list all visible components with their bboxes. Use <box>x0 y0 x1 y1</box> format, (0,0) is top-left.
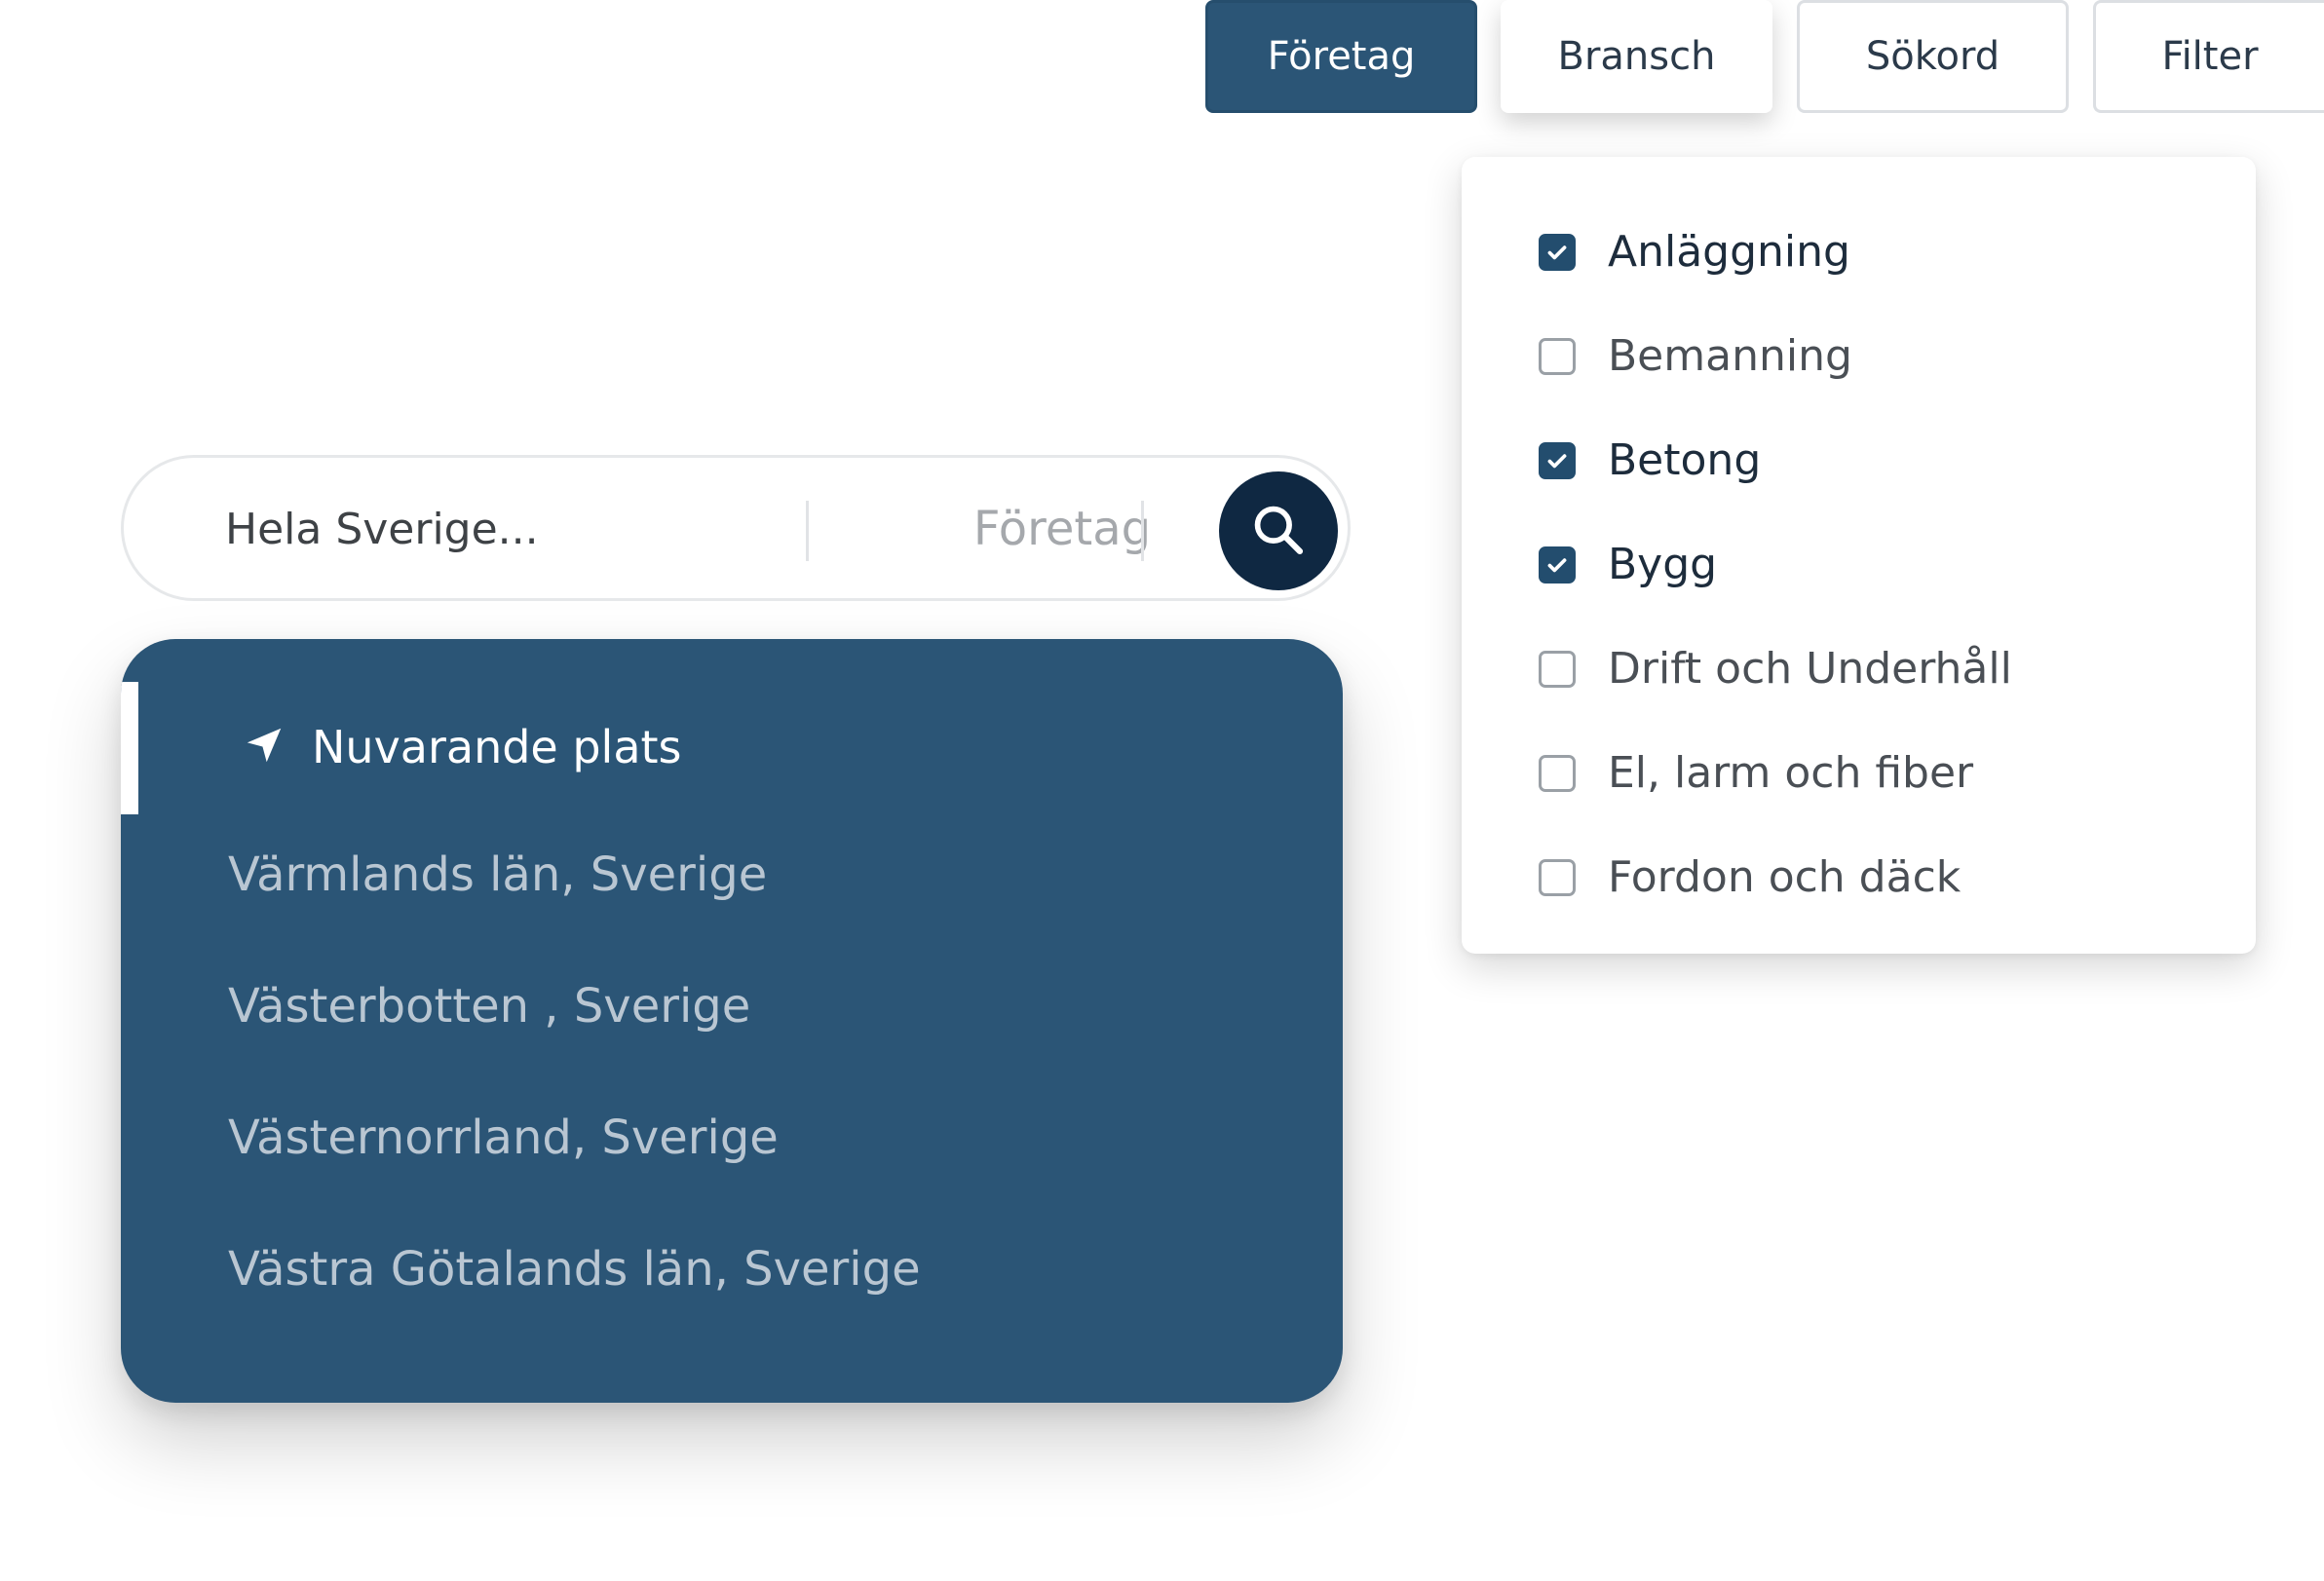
option-label: Anläggning <box>1608 227 1850 277</box>
checkbox[interactable] <box>1539 650 1576 688</box>
industry-option-anlaggning[interactable]: Anläggning <box>1539 227 1850 277</box>
current-location-option[interactable]: Nuvarande plats <box>242 721 682 773</box>
industry-option-el-larm-och-fiber[interactable]: El, larm och fiber <box>1539 748 1973 798</box>
option-label: Fordon och däck <box>1608 852 1962 902</box>
selection-indicator <box>121 682 138 814</box>
location-dropdown: Nuvarande plats Värmlands län, Sverige V… <box>121 639 1343 1403</box>
option-label: Bemanning <box>1608 331 1852 381</box>
search-bar <box>121 455 1351 601</box>
industry-option-betong[interactable]: Betong <box>1539 435 1761 485</box>
location-option-vastra-gotaland[interactable]: Västra Götalands län, Sverige <box>228 1242 921 1297</box>
checkbox[interactable] <box>1539 441 1576 479</box>
location-option-vasterbotten[interactable]: Västerbotten , Sverige <box>228 979 750 1034</box>
tab-sokord[interactable]: Sökord <box>1797 0 2069 113</box>
location-input[interactable] <box>225 493 888 565</box>
search-button[interactable] <box>1219 471 1338 590</box>
navigation-arrow-icon <box>242 723 286 772</box>
search-widget-stage: Företag Bransch Sökord Filter Anläggning… <box>0 0 2324 1581</box>
option-label: Bygg <box>1608 540 1718 589</box>
divider <box>1141 501 1144 561</box>
search-icon <box>1248 500 1309 563</box>
option-label: Drift och Underhåll <box>1608 644 2012 694</box>
industry-dropdown: Anläggning Bemanning Betong Bygg Drift o… <box>1462 157 2256 954</box>
location-option-varmland[interactable]: Värmlands län, Sverige <box>228 847 767 902</box>
option-label: El, larm och fiber <box>1608 748 1974 798</box>
checkbox[interactable] <box>1539 754 1576 792</box>
checkbox[interactable] <box>1539 233 1576 271</box>
company-input[interactable] <box>882 493 1242 565</box>
current-location-label: Nuvarande plats <box>312 721 682 773</box>
tab-foretag[interactable]: Företag <box>1205 0 1477 113</box>
divider <box>806 501 809 561</box>
industry-option-bygg[interactable]: Bygg <box>1539 540 1717 589</box>
checkbox[interactable] <box>1539 858 1576 896</box>
checkbox[interactable] <box>1539 546 1576 583</box>
option-label: Betong <box>1608 435 1762 485</box>
location-option-vasternorrland[interactable]: Västernorrland, Sverige <box>228 1110 779 1165</box>
tab-bransch[interactable]: Bransch <box>1501 0 1772 113</box>
checkbox[interactable] <box>1539 337 1576 375</box>
tab-filter[interactable]: Filter <box>2093 0 2324 113</box>
industry-option-fordon-och-dack[interactable]: Fordon och däck <box>1539 852 1961 902</box>
industry-option-bemanning[interactable]: Bemanning <box>1539 331 1852 381</box>
industry-option-drift-och-underhall[interactable]: Drift och Underhåll <box>1539 644 2012 694</box>
